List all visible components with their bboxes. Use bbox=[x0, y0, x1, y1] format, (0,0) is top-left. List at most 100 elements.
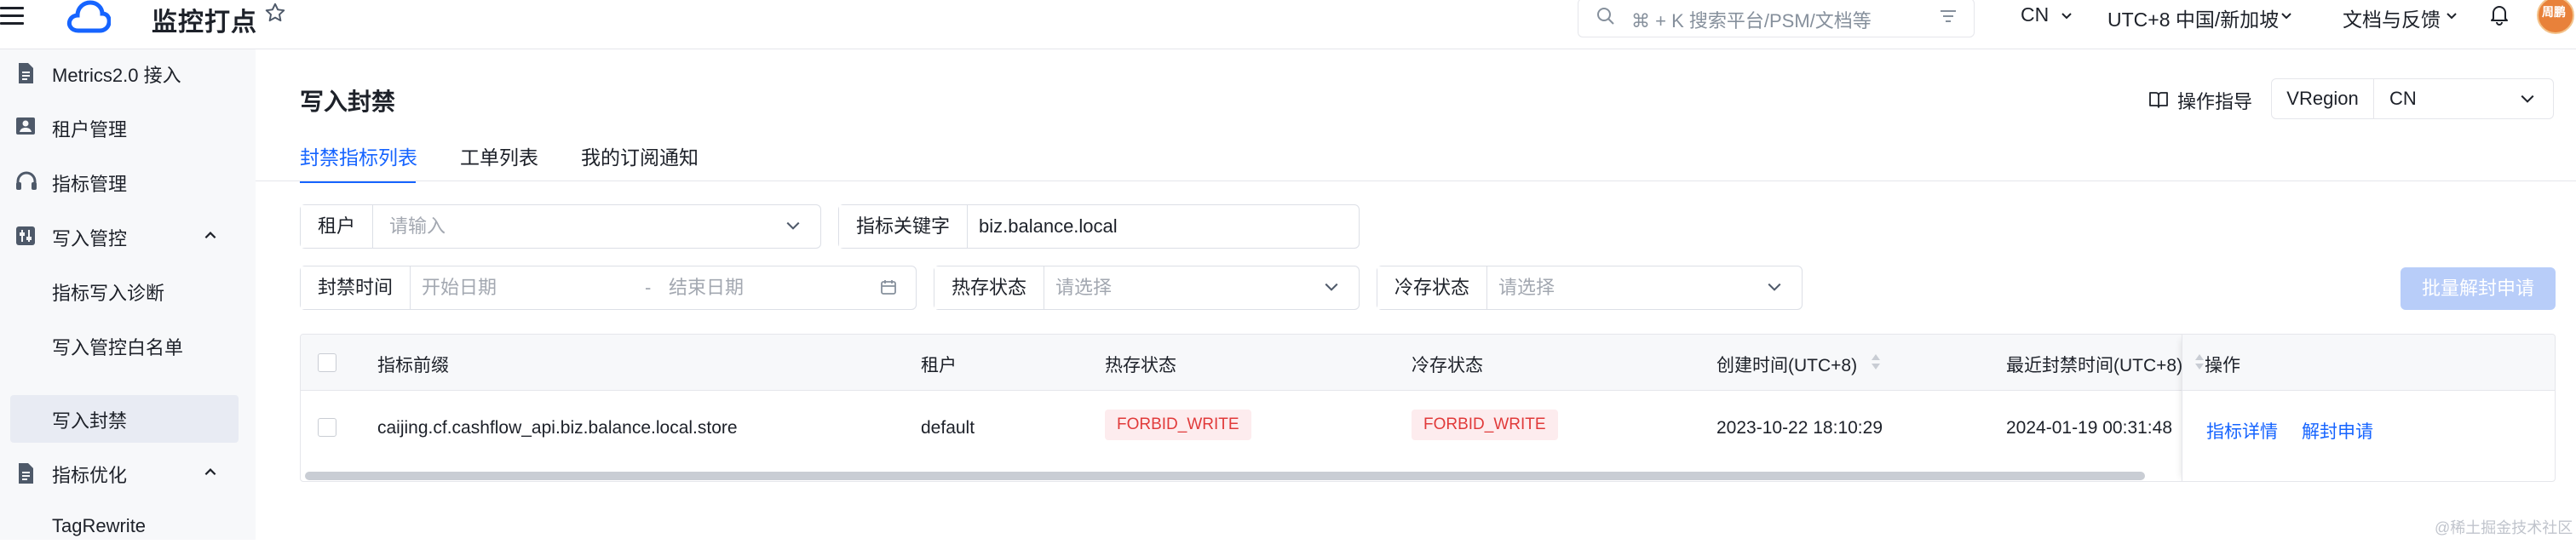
sidebar-item-label: Metrics2.0 接入 bbox=[52, 65, 181, 86]
search-icon bbox=[1596, 6, 1616, 31]
book-icon[interactable] bbox=[2148, 90, 2169, 113]
cold-status-select[interactable]: 冷存状态 请选择 bbox=[1377, 266, 1803, 310]
hot-status-label: 热存状态 bbox=[934, 266, 1045, 309]
vregion-label: VRegion bbox=[2272, 79, 2374, 118]
metric-prefix-cell: caijing.cf.cashflow_api.biz.balance.loca… bbox=[377, 418, 738, 438]
cold-status-value: 请选择 bbox=[1498, 277, 1555, 298]
sidebar-item-tagrewrite[interactable]: TagRewrite bbox=[0, 504, 256, 550]
id-card-icon bbox=[15, 117, 37, 139]
status-badge: FORBID_WRITE bbox=[1105, 410, 1251, 440]
ban-time-field[interactable]: 封禁时间 开始日期 - 结束日期 bbox=[300, 266, 917, 310]
sidebar-item-label: 指标优化 bbox=[52, 465, 128, 486]
cloud-logo-icon[interactable] bbox=[66, 0, 112, 38]
tab-subscriptions[interactable]: 我的订阅通知 bbox=[581, 141, 699, 170]
chevron-down-icon[interactable] bbox=[2445, 9, 2458, 26]
vregion-select[interactable]: VRegion CN bbox=[2271, 78, 2554, 119]
hot-status-select[interactable]: 热存状态 请选择 bbox=[934, 266, 1360, 310]
chevron-down-icon[interactable] bbox=[2280, 9, 2293, 26]
calendar-icon[interactable] bbox=[880, 278, 897, 300]
tab-ban-list[interactable]: 封禁指标列表 bbox=[300, 141, 417, 170]
metric-keyword-label: 指标关键字 bbox=[839, 205, 969, 248]
chevron-down-icon bbox=[1323, 279, 1340, 299]
column-header: 指标前缀 bbox=[377, 356, 449, 375]
chevron-up-icon[interactable] bbox=[203, 465, 218, 484]
cold-status-label: 冷存状态 bbox=[1377, 266, 1488, 309]
page-title: 写入封禁 bbox=[300, 89, 396, 115]
chevron-down-icon bbox=[2519, 91, 2536, 111]
sidebar-item-label: 写入管控白名单 bbox=[52, 337, 184, 358]
column-header: 创建时间(UTC+8) bbox=[1716, 356, 1858, 375]
app-title: 监控打点 bbox=[152, 9, 257, 37]
star-icon[interactable] bbox=[264, 2, 286, 28]
hot-status-value: 请选择 bbox=[1055, 277, 1113, 298]
sidebar-item-label: 指标管理 bbox=[52, 174, 128, 195]
docs-feedback-menu[interactable]: 文档与反馈 bbox=[2343, 3, 2441, 32]
headset-icon bbox=[15, 171, 37, 193]
sliders-icon bbox=[15, 226, 37, 248]
tab-divider bbox=[256, 180, 2576, 181]
tenant-input[interactable]: 请输入 bbox=[389, 205, 446, 248]
guide-link[interactable]: 操作指导 bbox=[2177, 87, 2252, 114]
tab-ticket-list[interactable]: 工单列表 bbox=[460, 141, 538, 170]
ban-time-label: 封禁时间 bbox=[301, 266, 411, 309]
sidebar: Metrics2.0 接入 租户管理 指标管理 写入管控 指标写入诊断 写入管控… bbox=[0, 49, 256, 540]
top-bar: 监控打点 ⌘ + K 搜索平台/PSM/文档等 CN UTC+8 中国/新加坡 … bbox=[0, 0, 2576, 49]
actions-column: 操作 指标详情 解封申请 bbox=[2182, 335, 2555, 481]
avatar[interactable]: 周鹏 bbox=[2537, 0, 2574, 34]
created-time-cell: 2023-10-22 18:10:29 bbox=[1716, 418, 1883, 438]
row-checkbox[interactable] bbox=[318, 418, 336, 437]
global-search-input[interactable]: ⌘ + K 搜索平台/PSM/文档等 bbox=[1578, 0, 1975, 37]
tenant-label: 租户 bbox=[301, 205, 374, 248]
sidebar-item-tenant-management[interactable]: 租户管理 bbox=[0, 104, 256, 150]
ban-table: 指标前缀 租户 热存状态 冷存状态 创建时间(UTC+8) 最近封禁时间(UTC… bbox=[300, 334, 2556, 482]
chevron-down-icon bbox=[785, 218, 802, 238]
last-ban-time-cell: 2024-01-19 00:31:48 bbox=[2006, 418, 2172, 438]
sidebar-item-label: 写入管控 bbox=[52, 228, 128, 249]
chevron-up-icon[interactable] bbox=[203, 228, 218, 248]
metric-detail-link[interactable]: 指标详情 bbox=[2206, 418, 2278, 444]
filter-icon[interactable] bbox=[1938, 7, 1958, 32]
footer-watermark: @稀土掘金技术社区 bbox=[2435, 519, 2573, 536]
menu-icon[interactable] bbox=[0, 7, 26, 27]
sidebar-item-label: 租户管理 bbox=[52, 119, 128, 140]
chevron-down-icon bbox=[1766, 279, 1783, 299]
sidebar-item-write-whitelist[interactable]: 写入管控白名单 bbox=[0, 322, 256, 368]
region-select[interactable]: CN bbox=[2021, 3, 2049, 26]
end-date-input[interactable]: 结束日期 bbox=[669, 266, 744, 309]
batch-unban-button[interactable]: 批量解封申请 bbox=[2401, 267, 2556, 310]
horizontal-scrollbar[interactable] bbox=[300, 470, 2556, 482]
document-icon bbox=[15, 462, 37, 484]
scrollbar-thumb[interactable] bbox=[305, 472, 2145, 480]
avatar-text: 周鹏 bbox=[2542, 5, 2566, 19]
chevron-down-icon[interactable] bbox=[2060, 9, 2073, 26]
sidebar-item-metric-management[interactable]: 指标管理 bbox=[0, 158, 256, 204]
status-badge: FORBID_WRITE bbox=[1412, 410, 1558, 440]
tenant-field[interactable]: 租户 请输入 bbox=[300, 204, 821, 249]
sidebar-item-label: 指标写入诊断 bbox=[52, 283, 165, 304]
vregion-value: CN bbox=[2389, 88, 2417, 109]
sidebar-item-write-diagnosis[interactable]: 指标写入诊断 bbox=[0, 267, 256, 313]
sidebar-item-label: TagRewrite bbox=[52, 515, 147, 536]
sidebar-item-write-ban[interactable]: 写入封禁 bbox=[10, 395, 239, 443]
timezone-select[interactable]: UTC+8 中国/新加坡 bbox=[2107, 3, 2279, 32]
column-header: 热存状态 bbox=[1105, 356, 1176, 375]
column-header: 冷存状态 bbox=[1412, 356, 1483, 375]
sort-icon[interactable] bbox=[1870, 352, 1882, 376]
unban-request-link[interactable]: 解封申请 bbox=[2302, 418, 2373, 444]
column-header: 最近封禁时间(UTC+8) bbox=[2006, 356, 2183, 375]
select-all-checkbox[interactable] bbox=[318, 353, 336, 372]
bell-icon[interactable] bbox=[2489, 3, 2510, 30]
sidebar-item-metrics-access[interactable]: Metrics2.0 接入 bbox=[0, 49, 256, 95]
column-header: 操作 bbox=[2205, 356, 2240, 375]
start-date-input[interactable]: 开始日期 bbox=[422, 266, 497, 309]
document-icon bbox=[15, 62, 37, 84]
sidebar-item-write-control[interactable]: 写入管控 bbox=[0, 213, 256, 259]
sidebar-item-label: 写入封禁 bbox=[52, 410, 128, 432]
column-header: 租户 bbox=[921, 356, 957, 375]
sidebar-item-metric-optimization[interactable]: 指标优化 bbox=[0, 450, 256, 496]
main-content: 写入封禁 封禁指标列表 工单列表 我的订阅通知 操作指导 VRegion CN … bbox=[256, 49, 2576, 540]
tenant-cell: default bbox=[921, 418, 975, 438]
metric-keyword-input[interactable]: biz.balance.local bbox=[979, 205, 1118, 248]
metric-keyword-field[interactable]: 指标关键字 biz.balance.local bbox=[838, 204, 1360, 249]
date-separator: - bbox=[645, 277, 652, 298]
